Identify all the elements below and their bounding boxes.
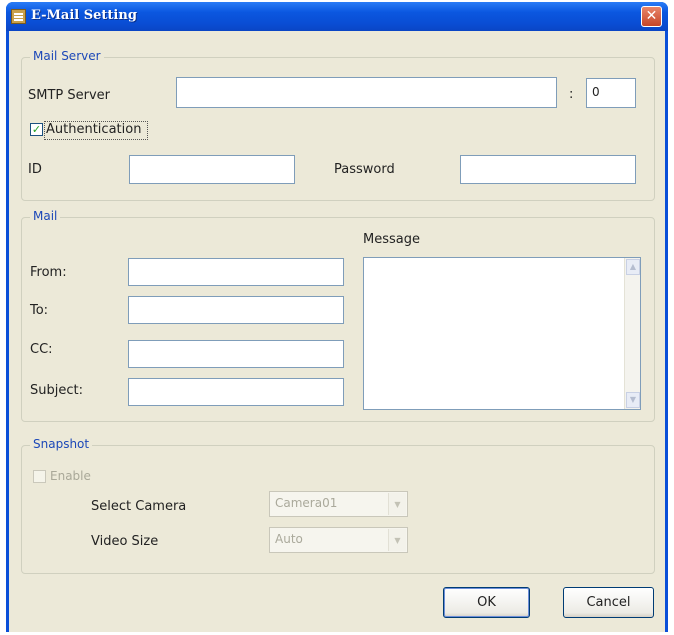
smtp-server-label: SMTP Server (28, 88, 111, 103)
select-camera-value: Camera01 (275, 496, 338, 510)
subject-label: Subject: (30, 383, 83, 398)
snapshot-legend: Snapshot (30, 437, 93, 451)
id-label: ID (28, 162, 42, 177)
subject-input[interactable] (128, 378, 344, 406)
mail-app-icon (11, 9, 26, 24)
ok-button[interactable]: OK (443, 587, 530, 618)
authentication-label[interactable]: Authentication (46, 122, 141, 137)
video-size-label: Video Size (91, 534, 159, 549)
cc-input[interactable] (128, 340, 344, 368)
smtp-port-input[interactable]: 0 (586, 78, 636, 108)
from-label: From: (30, 265, 67, 280)
mail-server-legend: Mail Server (30, 49, 104, 63)
authentication-checkbox[interactable]: ✓ (30, 123, 43, 136)
to-label: To: (30, 303, 49, 318)
password-input[interactable] (460, 155, 636, 184)
email-setting-window: E-Mail Setting ✕ Mail Server SMTP Server… (6, 2, 668, 632)
cc-label: CC: (30, 342, 53, 357)
select-camera-label: Select Camera (91, 499, 187, 514)
close-button[interactable]: ✕ (641, 6, 662, 27)
cancel-button[interactable]: Cancel (563, 587, 654, 618)
password-label: Password (334, 162, 395, 177)
scroll-up-arrow-icon[interactable]: ▲ (626, 259, 640, 275)
port-separator: : (569, 87, 574, 102)
close-icon: ✕ (645, 8, 658, 24)
video-size-value: Auto (275, 532, 303, 546)
enable-label[interactable]: Enable (50, 469, 91, 483)
from-input[interactable] (128, 258, 344, 286)
to-input[interactable] (128, 296, 344, 324)
scroll-down-arrow-icon[interactable]: ▼ (626, 392, 640, 408)
message-scrollbar[interactable]: ▲ ▼ (624, 258, 640, 409)
message-textarea[interactable]: ▲ ▼ (363, 257, 641, 410)
dialog-client-area: Mail Server SMTP Server : 0 ✓ Authentica… (9, 31, 665, 632)
video-size-dropdown[interactable]: Auto ▼ (269, 527, 408, 553)
mail-legend: Mail (30, 209, 61, 223)
enable-checkbox[interactable] (33, 470, 46, 483)
window-title: E-Mail Setting (31, 8, 137, 23)
title-bar[interactable]: E-Mail Setting ✕ (6, 2, 668, 31)
message-label: Message (363, 232, 420, 247)
chevron-down-icon[interactable]: ▼ (388, 493, 406, 515)
select-camera-dropdown[interactable]: Camera01 ▼ (269, 491, 408, 517)
id-input[interactable] (129, 155, 295, 184)
chevron-down-icon[interactable]: ▼ (388, 529, 406, 551)
smtp-server-input[interactable] (176, 77, 557, 108)
